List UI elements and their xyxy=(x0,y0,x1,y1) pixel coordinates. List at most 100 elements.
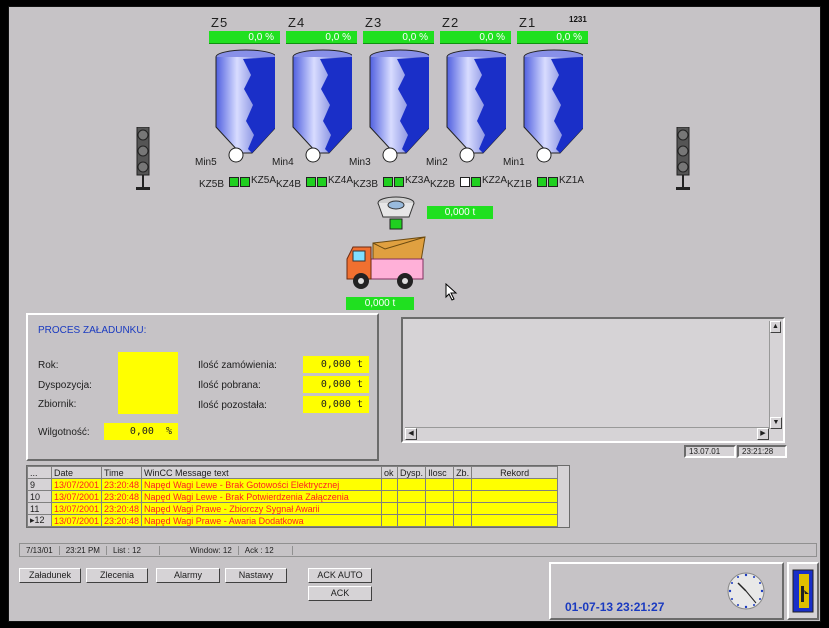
silo-min-label: Min3 xyxy=(349,157,371,168)
message-rekord xyxy=(471,490,559,503)
message-zb xyxy=(453,478,473,491)
ack-auto-button[interactable]: ACK AUTO xyxy=(308,568,372,583)
valve-b-label: KZ4B xyxy=(276,179,302,190)
trend-window[interactable]: ▲ ▼ ◀ ▶ xyxy=(401,317,785,443)
message-row[interactable]: ▸12 13/07/2001 23:20:48 Napęd Wagi Prawe… xyxy=(27,514,559,527)
message-time: 23:20:48 xyxy=(100,514,143,527)
zamowienia-label: Ilość zamówienia: xyxy=(198,360,277,371)
status-ack: Ack : 12 xyxy=(239,545,293,555)
zamowienia-field[interactable]: 0,000 t xyxy=(303,356,369,373)
message-zb xyxy=(453,514,473,527)
silo-icon[interactable] xyxy=(367,49,429,179)
silo-zone-label: Z3 xyxy=(365,15,383,30)
trend-vscroll[interactable]: ▲ ▼ xyxy=(769,321,782,429)
wilgotnosc-field[interactable]: 0,00 % xyxy=(104,423,178,440)
silo-level-display: 0,0 % xyxy=(440,31,511,44)
message-column-header[interactable]: Dysp. xyxy=(397,466,427,479)
message-column-header[interactable]: Ilosc xyxy=(425,466,455,479)
message-column-header[interactable]: Zb. xyxy=(453,466,473,479)
message-column-header[interactable]: Rekord xyxy=(471,466,559,479)
valve-a-indicator[interactable] xyxy=(317,177,327,187)
message-ok xyxy=(381,502,399,515)
message-number: 10 xyxy=(27,490,52,503)
silo-level-display: 0,0 % xyxy=(517,31,588,44)
silo-min-label: Min2 xyxy=(426,157,448,168)
scroll-right-icon[interactable]: ▶ xyxy=(757,428,769,440)
silo-min-label: Min5 xyxy=(195,157,217,168)
message-table: ... Date Time WinCC Message text ok Dysp. Ilos… xyxy=(27,466,559,527)
wilgotnosc-label: Wilgotność: xyxy=(38,427,90,438)
pobrana-label: Ilość pobrana: xyxy=(198,380,261,391)
zlecenia-button[interactable]: Zlecenia xyxy=(86,568,148,583)
valve-a-indicator[interactable] xyxy=(394,177,404,187)
ack-button[interactable]: ACK xyxy=(308,586,372,601)
message-column-header[interactable]: WinCC Message text xyxy=(141,466,383,479)
valve-b-indicator[interactable] xyxy=(460,177,470,187)
status-date: 7/13/01 xyxy=(20,545,60,555)
nastawy-button[interactable]: Nastawy xyxy=(225,568,287,583)
silo-icon[interactable] xyxy=(444,49,506,179)
trend-hscroll[interactable]: ◀ ▶ xyxy=(405,427,769,440)
truck-weight-display: 0,000 t xyxy=(346,297,414,310)
message-column-header[interactable]: Time xyxy=(100,466,143,479)
valve-a-label: KZ5A xyxy=(251,175,277,186)
message-zb xyxy=(453,502,473,515)
scroll-left-icon[interactable]: ◀ xyxy=(405,428,417,440)
alarmy-button[interactable]: Alarmy xyxy=(156,568,220,583)
valve-b-label: KZ3B xyxy=(353,179,379,190)
valve-a-label: KZ2A xyxy=(482,175,508,186)
valve-b-label: KZ5B xyxy=(199,179,225,190)
message-list[interactable]: ... Date Time WinCC Message text ok Dysp. Ilos… xyxy=(26,465,570,528)
scale-hopper-icon xyxy=(377,196,415,230)
message-text: Napęd Wagi Lewe - Brak Potwierdzenia Zał… xyxy=(141,490,383,503)
rok-dyspozycja-zbiornik-field[interactable] xyxy=(118,352,178,414)
silo-icon[interactable] xyxy=(290,49,352,179)
valve-a-label: KZ4A xyxy=(328,175,354,186)
scale-weight-display: 0,000 t xyxy=(427,206,493,219)
rok-label: Rok: xyxy=(38,360,59,371)
message-ilosc xyxy=(425,478,455,491)
valve-b-indicator[interactable] xyxy=(383,177,393,187)
message-column-header[interactable]: Date xyxy=(51,466,102,479)
message-column-header[interactable]: ok xyxy=(381,466,399,479)
scada-screen: Z5 0,0 % Min5 KZ5B KZ5A Z4 0,0 % Min4 KZ… xyxy=(8,6,821,622)
status-time: 23:21 PM xyxy=(60,545,107,555)
silo-zone-label: Z4 xyxy=(288,15,306,30)
traffic-light-right-icon xyxy=(676,127,690,190)
scroll-up-icon[interactable]: ▲ xyxy=(770,321,781,333)
zbiornik-label: Zbiornik: xyxy=(38,399,77,410)
traffic-light-left-icon xyxy=(136,127,150,190)
pozostala-label: Ilość pozostała: xyxy=(198,400,267,411)
message-time: 23:20:48 xyxy=(100,502,143,515)
silo-zone-label: Z1 xyxy=(519,15,537,30)
message-date: 13/07/2001 xyxy=(51,490,102,503)
message-ilosc xyxy=(425,514,455,527)
process-title: PROCES ZAŁADUNKU: xyxy=(38,325,147,336)
message-column-header[interactable]: ... xyxy=(27,466,52,479)
silo-zone-label: Z5 xyxy=(211,15,229,30)
valve-b-indicator[interactable] xyxy=(537,177,547,187)
valve-a-indicator[interactable] xyxy=(471,177,481,187)
scroll-down-icon[interactable]: ▼ xyxy=(770,417,782,429)
silo-level-display: 0,0 % xyxy=(209,31,280,44)
valve-b-indicator[interactable] xyxy=(229,177,239,187)
pozostala-field[interactable]: 0,000 t xyxy=(303,396,369,413)
silo-icon[interactable] xyxy=(521,49,583,179)
pobrana-field[interactable]: 0,000 t xyxy=(303,376,369,393)
valve-a-indicator[interactable] xyxy=(548,177,558,187)
message-rekord xyxy=(471,478,559,491)
message-number: ▸12 xyxy=(27,514,52,527)
status-window: Window: 12 xyxy=(160,545,239,555)
message-ok xyxy=(381,490,399,503)
silo-icon[interactable] xyxy=(213,49,275,179)
dyspozycja-label: Dyspozycja: xyxy=(38,380,92,391)
message-row[interactable]: 11 13/07/2001 23:20:48 Napęd Wagi Prawe … xyxy=(27,502,559,515)
exit-button[interactable] xyxy=(787,562,819,620)
message-row[interactable]: 9 13/07/2001 23:20:48 Napęd Wagi Lewe - … xyxy=(27,478,559,491)
valve-a-indicator[interactable] xyxy=(240,177,250,187)
message-number: 11 xyxy=(27,502,52,515)
zaladunek-button[interactable]: Załadunek xyxy=(19,568,81,583)
message-dysp xyxy=(397,478,427,491)
valve-b-indicator[interactable] xyxy=(306,177,316,187)
message-row[interactable]: 10 13/07/2001 23:20:48 Napęd Wagi Lewe -… xyxy=(27,490,559,503)
